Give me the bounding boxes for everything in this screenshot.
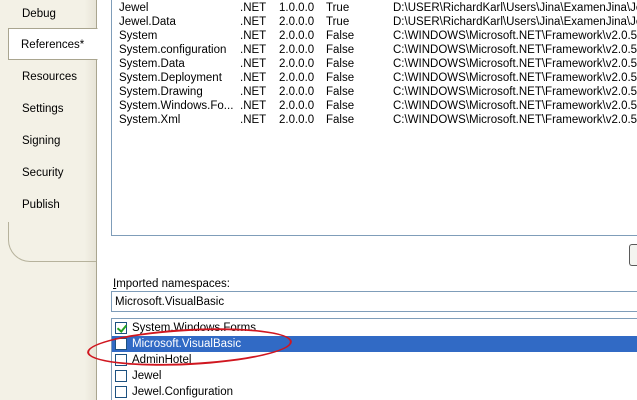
reference-name: System.Drawing xyxy=(119,86,203,98)
reference-type: .NET xyxy=(240,100,267,112)
tab-settings[interactable]: Settings xyxy=(10,93,96,125)
namespaces-list[interactable]: System.Windows.Forms Microsoft.VisualBas… xyxy=(111,318,637,400)
reference-type: .NET xyxy=(240,16,267,28)
reference-name: System.Xml xyxy=(119,114,181,126)
reference-type: .NET xyxy=(240,58,267,70)
reference-path: C:\WINDOWS\Microsoft.NET\Framework\v2.0.… xyxy=(393,58,637,70)
namespace-label: System.Windows.Forms xyxy=(132,322,256,334)
tab-signing[interactable]: Signing xyxy=(10,125,96,157)
namespace-checkbox[interactable] xyxy=(115,370,127,382)
reference-name: System xyxy=(119,30,158,42)
tab-security[interactable]: Security xyxy=(10,157,96,189)
reference-version: 2.0.0.0 xyxy=(279,30,315,42)
namespace-label: AdminHotel xyxy=(132,354,192,366)
reference-type: .NET xyxy=(240,30,267,42)
reference-copy-local: False xyxy=(326,86,355,98)
reference-version: 2.0.0.0 xyxy=(279,72,315,84)
reference-version: 2.0.0.0 xyxy=(279,16,315,28)
reference-version: 2.0.0.0 xyxy=(279,100,315,112)
tab-debug[interactable]: Debug xyxy=(10,0,96,30)
reference-name: System.Deployment xyxy=(119,72,222,84)
namespace-label: Microsoft.VisualBasic xyxy=(132,338,242,350)
reference-version: 1.0.0.0 xyxy=(279,2,315,14)
namespace-checkbox[interactable] xyxy=(115,386,127,398)
reference-path: C:\WINDOWS\Microsoft.NET\Framework\v2.0.… xyxy=(393,114,637,126)
reference-copy-local: False xyxy=(326,58,355,70)
label-text: mported namespaces: xyxy=(116,278,230,290)
list-item-selected[interactable]: Microsoft.VisualBasic xyxy=(112,336,637,352)
namespace-checkbox[interactable] xyxy=(115,338,127,350)
reference-copy-local: False xyxy=(326,100,355,112)
reference-copy-local: False xyxy=(326,30,355,42)
tab-resources[interactable]: Resources xyxy=(10,61,96,93)
reference-copy-local: False xyxy=(326,44,355,56)
reference-type: .NET xyxy=(240,72,267,84)
tab-publish[interactable]: Publish xyxy=(10,189,96,221)
reference-path: C:\WINDOWS\Microsoft.NET\Framework\v2.0.… xyxy=(393,72,637,84)
reference-version: 2.0.0.0 xyxy=(279,86,315,98)
namespace-label: Jewel xyxy=(132,370,162,382)
references-list[interactable]: Jewel .NET 1.0.0.0 True D:\USER\RichardK… xyxy=(111,0,637,236)
reference-copy-local: False xyxy=(326,72,355,84)
namespace-input[interactable] xyxy=(111,291,637,312)
reference-name: Jewel.Data xyxy=(119,16,176,28)
reference-path: D:\USER\RichardKarl\Users\Jina\ExamenJin… xyxy=(393,16,637,28)
reference-path: C:\WINDOWS\Microsoft.NET\Framework\v2.0.… xyxy=(393,44,637,56)
reference-type: .NET xyxy=(240,86,267,98)
reference-name: System.Windows.Fo... xyxy=(119,100,234,112)
list-item[interactable]: AdminHotel xyxy=(112,352,637,368)
imported-namespaces-label: Imported namespaces: xyxy=(113,278,230,290)
list-item[interactable]: Jewel.Configuration xyxy=(112,384,637,400)
tab-references[interactable]: References* xyxy=(8,28,98,60)
reference-name: System.configuration xyxy=(119,44,227,56)
reference-path: D:\USER\RichardKarl\Users\Jina\ExamenJin… xyxy=(393,2,637,14)
namespace-label: Jewel.Configuration xyxy=(132,386,234,398)
partially-visible-button[interactable] xyxy=(629,244,637,266)
tab-strip-curve xyxy=(8,222,96,262)
reference-copy-local: True xyxy=(326,2,350,14)
reference-name: System.Data xyxy=(119,58,185,70)
reference-type: .NET xyxy=(240,114,267,126)
reference-version: 2.0.0.0 xyxy=(279,114,315,126)
reference-path: C:\WINDOWS\Microsoft.NET\Framework\v2.0.… xyxy=(393,100,637,112)
reference-version: 2.0.0.0 xyxy=(279,58,315,70)
reference-path: C:\WINDOWS\Microsoft.NET\Framework\v2.0.… xyxy=(393,30,637,42)
list-item[interactable]: Jewel xyxy=(112,368,637,384)
namespace-checkbox[interactable] xyxy=(115,322,127,334)
reference-path: C:\WINDOWS\Microsoft.NET\Framework\v2.0.… xyxy=(393,86,637,98)
reference-name: Jewel xyxy=(119,2,149,14)
reference-copy-local: True xyxy=(326,16,350,28)
list-item[interactable]: System.Windows.Forms xyxy=(112,320,637,336)
reference-type: .NET xyxy=(240,44,267,56)
reference-version: 2.0.0.0 xyxy=(279,44,315,56)
references-page: Jewel .NET 1.0.0.0 True D:\USER\RichardK… xyxy=(96,0,637,400)
tab-strip: Debug References* Resources Settings Sig… xyxy=(0,0,98,400)
namespace-checkbox[interactable] xyxy=(115,354,127,366)
reference-copy-local: False xyxy=(326,114,355,126)
reference-type: .NET xyxy=(240,2,267,14)
